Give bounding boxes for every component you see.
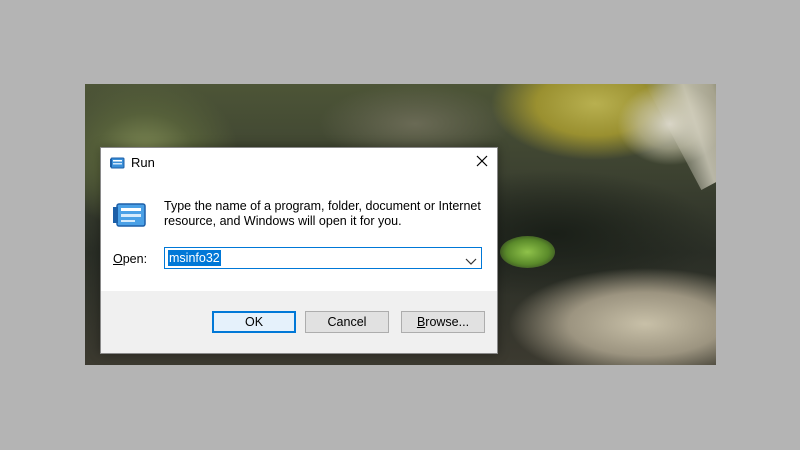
dialog-body: Type the name of a program, folder, docu… [101, 178, 497, 291]
open-input-value[interactable]: msinfo32 [168, 250, 221, 266]
dialog-title: Run [131, 155, 155, 170]
browse-label: rowse... [425, 315, 470, 329]
open-label: Open: [113, 252, 147, 266]
cancel-button[interactable]: Cancel [305, 311, 389, 333]
browse-button[interactable]: Browse... [401, 311, 485, 333]
browse-accelerator: B [416, 315, 426, 329]
wallpaper-mushroom-stem [645, 84, 716, 190]
dialog-description: Type the name of a program, folder, docu… [164, 199, 481, 228]
wallpaper-moss [500, 236, 555, 268]
run-icon [113, 201, 147, 229]
title-bar[interactable]: Run [101, 148, 497, 178]
dialog-footer: OK Cancel Browse... [101, 291, 497, 353]
run-dialog: Run Type the name of a program, folder, … [100, 147, 498, 354]
close-icon [476, 154, 488, 172]
chevron-down-icon[interactable] [465, 253, 477, 265]
open-label-text: pen: [122, 252, 148, 266]
close-button[interactable] [467, 148, 497, 178]
ok-button[interactable]: OK [212, 311, 296, 333]
open-combobox[interactable]: msinfo32 [164, 247, 482, 269]
run-icon [110, 156, 126, 170]
open-label-accelerator: O [113, 252, 123, 266]
screen: Run Type the name of a program, folder, … [0, 0, 800, 450]
